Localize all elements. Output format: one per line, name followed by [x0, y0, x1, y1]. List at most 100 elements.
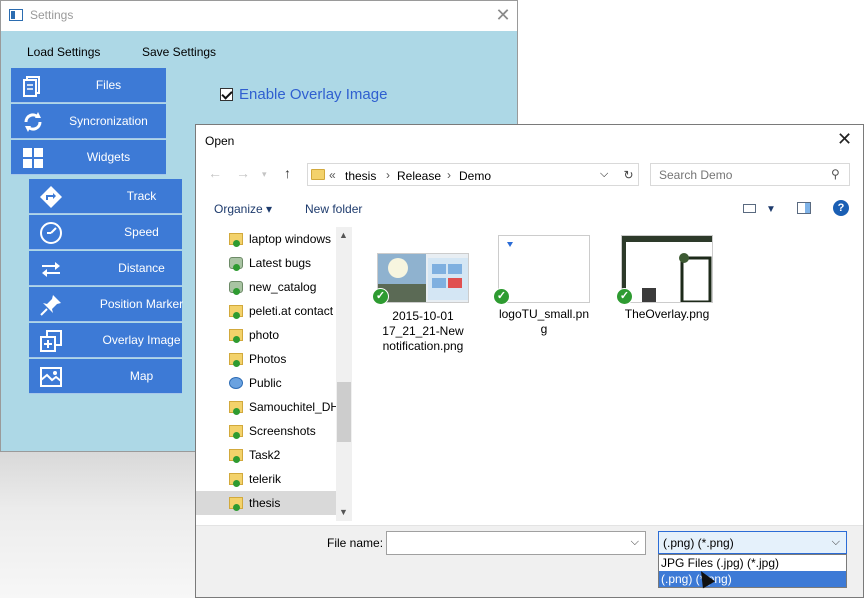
tree-item-label: Public — [249, 376, 282, 390]
breadcrumb-release[interactable]: Release — [397, 169, 441, 183]
tree-item-public[interactable]: Public — [196, 371, 336, 395]
breadcrumb-demo[interactable]: Demo — [459, 169, 491, 183]
nav-position-marker-button[interactable]: Position Marker — [29, 287, 183, 322]
tree-item-label: thesis — [249, 496, 281, 510]
sync-status-icon — [233, 312, 240, 319]
breadcrumb-thesis[interactable]: thesis — [345, 169, 376, 183]
app-window-icon — [9, 9, 23, 21]
tree-item-task2[interactable]: Task2 — [196, 443, 336, 467]
nav-map-button[interactable]: Map — [29, 359, 182, 394]
up-arrow-icon[interactable]: ↑ — [284, 165, 291, 181]
save-settings-menu[interactable]: Save Settings — [142, 45, 216, 59]
search-input[interactable] — [657, 167, 827, 183]
tree-item-label: Photos — [249, 352, 287, 366]
close-icon[interactable]: ✕ — [491, 4, 515, 26]
tree-item-label: laptop windows — [249, 232, 332, 246]
nav-distance-label: Distance — [118, 261, 165, 275]
file-thumbnail — [621, 235, 713, 303]
scroll-down-icon[interactable]: ▼ — [339, 507, 348, 517]
file-name-line: g — [540, 322, 548, 336]
file-type-dropdown-list: JPG Files (.jpg) (*.jpg) (.png) (*.png) — [658, 554, 847, 588]
nav-files-label: Files — [95, 78, 122, 92]
map-icon — [40, 367, 62, 387]
view-options-icon[interactable] — [743, 204, 756, 213]
sync-status-icon — [233, 240, 240, 247]
forward-arrow-icon[interactable]: → — [236, 165, 250, 181]
nav-track-button[interactable]: Track — [29, 179, 182, 214]
dialog-bottom-bar: File name: ⌵ (.png) (*.png) ⌵ JPG Files … — [196, 525, 863, 597]
file-type-option-jpg[interactable]: JPG Files (.jpg) (*.jpg) — [659, 555, 846, 571]
preview-pane-icon[interactable] — [797, 202, 811, 214]
file-name-line: 17_21_21-New — [382, 324, 464, 338]
tree-item-screenshots[interactable]: Screenshots — [196, 419, 336, 443]
tree-item-new-catalog[interactable]: new_catalog — [196, 275, 336, 299]
file-name-field[interactable]: ⌵ — [386, 531, 646, 555]
chevron-down-icon[interactable]: ⌵ — [631, 536, 639, 549]
tree-item-label: Screenshots — [249, 424, 316, 438]
sync-status-icon — [233, 456, 240, 463]
file-name-input[interactable] — [390, 535, 620, 551]
back-arrow-icon[interactable]: ← — [208, 165, 222, 181]
chevron-down-icon[interactable]: ⌵ — [600, 168, 608, 181]
tree-scrollbar[interactable]: ▲ ▼ — [336, 227, 352, 521]
nav-speed-button[interactable]: Speed — [29, 215, 182, 250]
tree-item-thesis[interactable]: thesis — [196, 491, 336, 515]
new-folder-button[interactable]: New folder — [305, 202, 362, 216]
breadcrumb-overflow[interactable]: « — [329, 168, 336, 182]
nav-distance-button[interactable]: Distance — [29, 251, 182, 286]
sync-status-icon — [233, 360, 240, 367]
tree-item-photos[interactable]: Photos — [196, 347, 336, 371]
help-icon[interactable]: ? — [833, 200, 849, 216]
file-type-option-png[interactable]: (.png) (*.png) — [659, 571, 846, 587]
chevron-down-icon[interactable]: ⌵ — [832, 536, 840, 549]
dialog-title: Open — [205, 134, 235, 148]
file-type-select[interactable]: (.png) (*.png) ⌵ — [658, 531, 847, 554]
address-bar[interactable]: « thesis › Release › Demo ⌵ — [307, 163, 639, 186]
file-name-line: notification.png — [382, 339, 464, 353]
tree-item-label: Samouchitel_DH — [249, 400, 340, 414]
distance-icon — [42, 262, 60, 277]
file-name-line: TheOverlay.png — [624, 307, 710, 321]
tree-item-label: peleti.at contact — [249, 304, 334, 318]
check-icon: ✓ — [372, 288, 389, 305]
nav-speed-label: Speed — [124, 225, 159, 239]
overlay-icon — [40, 330, 62, 352]
sync-status-icon — [233, 288, 240, 295]
search-icon: ⚲ — [831, 167, 840, 181]
tree-item-samouchitel[interactable]: Samouchitel_DH — [196, 395, 340, 419]
view-dropdown-icon[interactable]: ▼ — [766, 204, 776, 215]
speed-icon — [40, 222, 62, 244]
sync-status-icon — [233, 480, 240, 487]
refresh-icon[interactable]: ↻ — [619, 163, 639, 186]
nav-files-button[interactable]: Files — [11, 68, 166, 103]
nav-overlay-image-button[interactable]: Overlay Image — [29, 323, 182, 358]
search-box[interactable]: ⚲ — [650, 163, 850, 186]
folder-icon — [311, 169, 325, 180]
tree-item-label: Task2 — [249, 448, 281, 462]
enable-overlay-label[interactable]: Enable Overlay Image — [239, 86, 387, 103]
widgets-icon — [23, 148, 43, 168]
tree-item-photo[interactable]: photo — [196, 323, 336, 347]
tree-item-peleti[interactable]: peleti.at contact — [196, 299, 336, 323]
recent-locations-icon[interactable]: ▾ — [262, 169, 267, 180]
sync-status-icon — [233, 336, 240, 343]
tree-item-label: telerik — [249, 472, 282, 486]
file-type-selected: (.png) (*.png) — [663, 536, 734, 550]
nav-widgets-button[interactable]: Widgets — [11, 140, 166, 175]
tree-item-laptop-windows[interactable]: laptop windows — [196, 227, 336, 251]
scroll-thumb[interactable] — [337, 382, 351, 442]
breadcrumb-separator: › — [447, 168, 451, 182]
tree-item-latest-bugs[interactable]: Latest bugs — [196, 251, 336, 275]
sync-icon — [24, 112, 42, 132]
organize-button[interactable]: Organize ▾ — [214, 202, 272, 216]
nav-sync-button[interactable]: Syncronization — [11, 104, 166, 139]
load-settings-menu[interactable]: Load Settings — [27, 45, 100, 59]
enable-overlay-checkbox[interactable] — [220, 88, 233, 101]
open-dialog: Open ✕ ← → ▾ ↑ « thesis › Release › Demo… — [195, 124, 864, 598]
nav-map-label: Map — [129, 369, 154, 383]
tree-item-telerik[interactable]: telerik — [196, 467, 336, 491]
nav-track-label: Track — [126, 189, 157, 203]
close-icon[interactable]: ✕ — [837, 129, 852, 150]
tree-item-tu[interactable]: TU — [196, 515, 336, 521]
scroll-up-icon[interactable]: ▲ — [339, 230, 348, 240]
